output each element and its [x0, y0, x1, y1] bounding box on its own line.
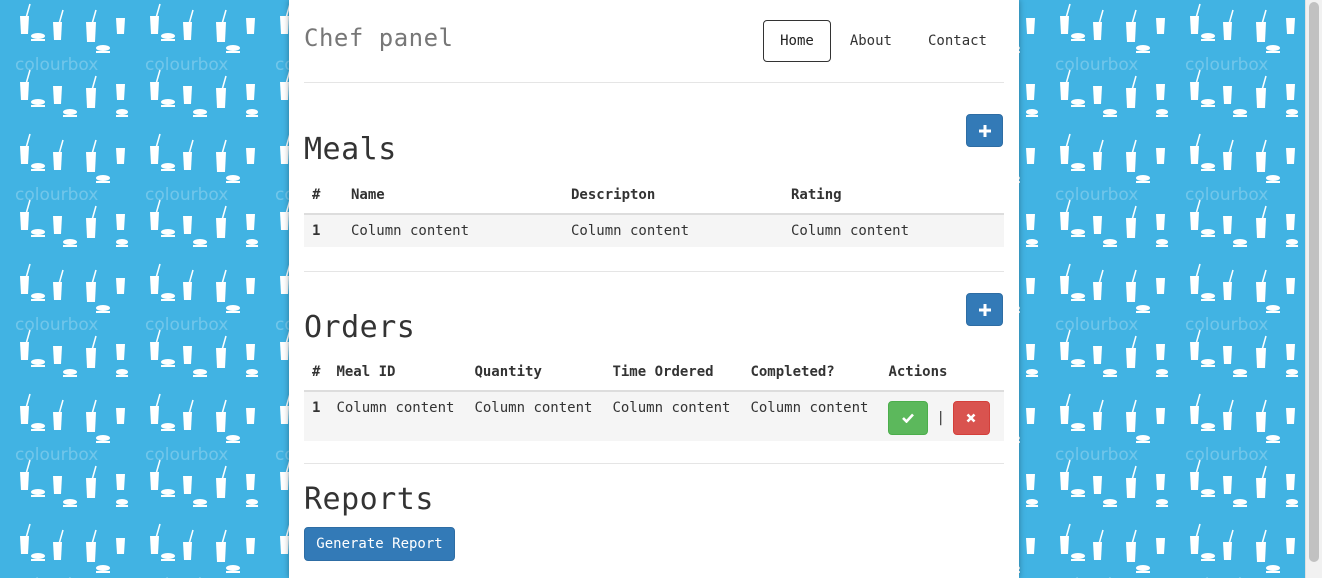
table-row[interactable]: 1 Column content Column content Column c… — [304, 391, 1004, 441]
orders-cell-actions: | — [880, 391, 1004, 441]
meals-cell-description: Column content — [571, 223, 690, 239]
orders-cell-meal-id: Column content — [336, 400, 455, 416]
orders-col-quantity: Quantity — [466, 354, 605, 392]
orders-col-index: # — [304, 354, 329, 392]
orders-col-completed: Completed? — [742, 354, 881, 392]
complete-order-button[interactable] — [888, 400, 929, 435]
meals-col-name: Name — [343, 177, 563, 215]
check-icon — [902, 413, 915, 423]
orders-col-meal-id: Meal ID — [328, 354, 467, 392]
orders-section: Orders # Meal ID Quantity Time Ordered C… — [304, 272, 1004, 463]
orders-cell-index: 1 — [312, 400, 321, 416]
meals-cell-name: Column content — [351, 223, 470, 239]
brand-title: Chef panel — [304, 24, 454, 52]
orders-cell-time-ordered: Column content — [612, 400, 731, 416]
nav: Home About Contact — [761, 20, 1004, 62]
orders-cell-completed: Column content — [750, 400, 869, 416]
plus-icon — [978, 303, 991, 316]
orders-col-time-ordered: Time Ordered — [604, 354, 743, 392]
generate-report-button[interactable]: Generate Report — [304, 527, 455, 561]
nav-home[interactable]: Home — [763, 20, 831, 62]
scrollbar-thumb[interactable] — [1309, 2, 1319, 562]
main-container: Chef panel Home About Contact Meals # Na… — [289, 0, 1019, 578]
action-separator: | — [936, 409, 945, 426]
nav-about[interactable]: About — [833, 20, 909, 62]
meals-title: Meals — [304, 132, 397, 167]
add-meal-button[interactable] — [966, 114, 1003, 147]
meals-col-description: Descripton — [563, 177, 783, 215]
meals-section: Meals # Name Descripton Rating 1 Column … — [304, 83, 1004, 271]
times-icon — [966, 413, 976, 422]
reports-title: Reports — [304, 482, 434, 517]
nav-contact[interactable]: Contact — [911, 20, 1004, 62]
table-row[interactable]: 1 Column content Column content Column c… — [304, 214, 1004, 247]
orders-header-row: # Meal ID Quantity Time Ordered Complete… — [304, 354, 1004, 392]
meals-col-index: # — [304, 177, 343, 215]
orders-title: Orders — [304, 310, 416, 345]
page-scrollbar[interactable] — [1305, 0, 1322, 578]
orders-table: # Meal ID Quantity Time Ordered Complete… — [304, 354, 1004, 441]
meals-cell-index: 1 — [312, 223, 321, 239]
meals-header-row: # Name Descripton Rating — [304, 177, 1004, 215]
add-order-button[interactable] — [966, 293, 1003, 326]
orders-col-actions: Actions — [880, 354, 1004, 392]
plus-icon — [978, 124, 991, 137]
meals-table: # Name Descripton Rating 1 Column conten… — [304, 177, 1004, 247]
reports-section: Reports Generate Report — [304, 464, 1004, 574]
delete-order-button[interactable] — [952, 400, 990, 435]
meals-cell-rating: Column content — [791, 223, 910, 239]
header: Chef panel Home About Contact — [304, 0, 1004, 83]
meals-col-rating: Rating — [783, 177, 1004, 215]
content: Chef panel Home About Contact Meals # Na… — [304, 0, 1004, 574]
orders-cell-quantity: Column content — [474, 400, 593, 416]
